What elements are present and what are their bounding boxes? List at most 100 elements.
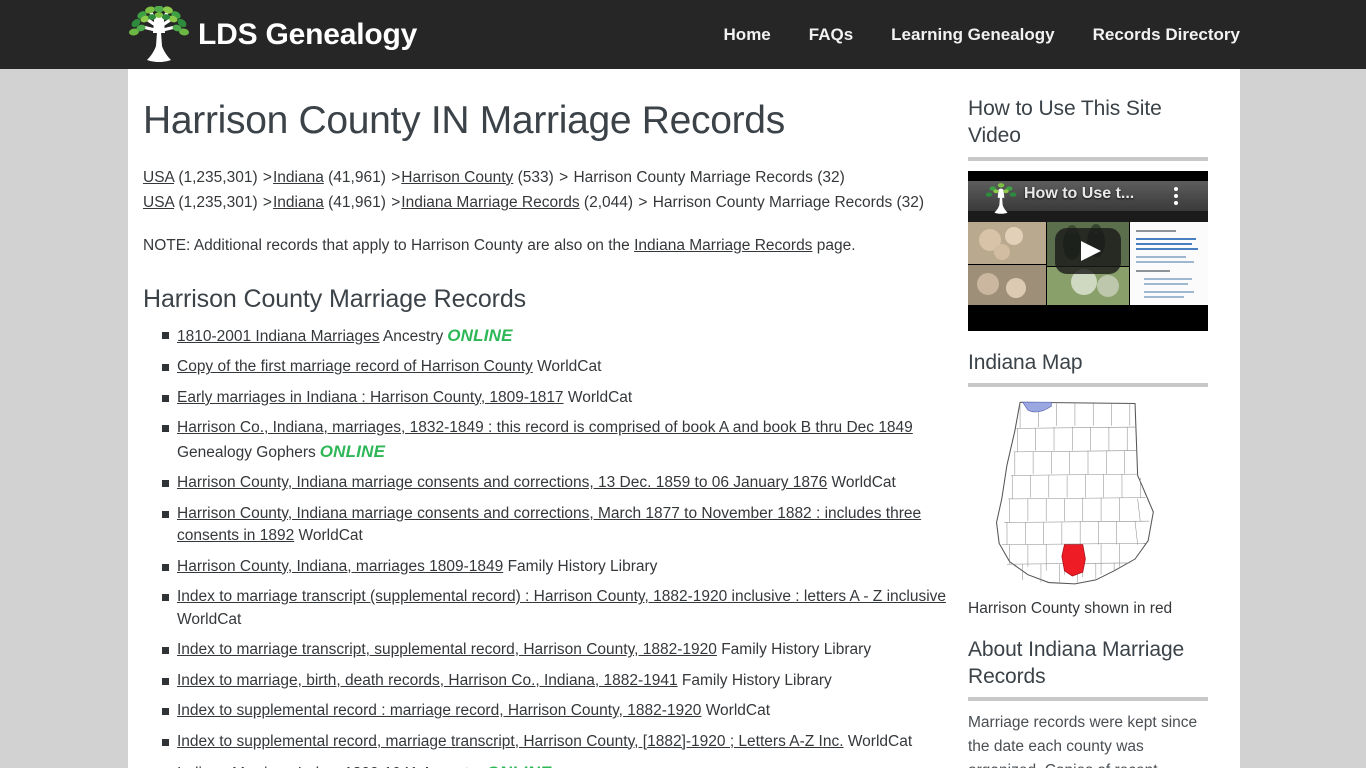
record-source: WorldCat [701,702,771,720]
breadcrumb-separator: > [262,168,272,186]
breadcrumb-row: USA (1,235,301) >Indiana (41,961) >Harri… [143,165,955,191]
indiana-county-map[interactable]: Harrison County shown in red [968,397,1208,618]
sidebar-map-block: Indiana Map Harrison County shown in red [968,349,1208,618]
breadcrumb-text: (41,961) [323,168,391,186]
record-list-item: Harrison Co., Indiana, marriages, 1832-1… [143,417,955,464]
sidebar-video-block: How to Use This Site Video How to Use t.… [968,95,1208,331]
breadcrumb-separator: > [262,194,272,212]
site-logo-link[interactable]: LDS Genealogy [128,6,417,64]
record-title-link[interactable]: Copy of the first marriage record of Har… [177,358,533,375]
about-body-text: Marriage records were kept since the dat… [968,714,1198,768]
record-source: Family History Library [503,557,658,575]
record-source: WorldCat [177,610,242,628]
breadcrumb-text: Harrison County Marriage Records (32) [648,194,925,212]
main-navigation: Home FAQs Learning Genealogy Records Dir… [724,0,1240,69]
play-button-icon[interactable] [1055,227,1121,274]
record-list-item: Copy of the first marriage record of Har… [143,356,955,378]
breadcrumb-separator: > [638,194,648,212]
breadcrumb-row: USA (1,235,301) >Indiana (41,961) >India… [143,190,955,216]
records-list: 1810-2001 Indiana Marriages Ancestry ONLI… [143,324,955,768]
breadcrumb-separator: > [391,194,401,212]
breadcrumb-link[interactable]: USA [143,169,174,186]
site-header: LDS Genealogy Home FAQs Learning Genealo… [0,0,1366,69]
breadcrumb-link[interactable]: Harrison County [401,169,513,186]
sidebar-heading-video: How to Use This Site Video [968,97,1162,148]
record-title-link[interactable]: Index to supplemental record, marriage t… [177,733,844,750]
divider [968,382,1208,387]
record-source: WorldCat [843,732,913,750]
divider [968,697,1208,702]
breadcrumb-separator: > [391,168,401,186]
nav-item-records-directory[interactable]: Records Directory [1093,25,1240,45]
divider [968,156,1208,161]
note-suffix: page. [812,236,856,254]
record-list-item: Index to supplemental record, marriage t… [143,731,955,753]
sidebar-about-block: About Indiana Marriage Records Marriage … [968,636,1208,768]
record-list-item: Harrison County, Indiana marriage consen… [143,503,955,548]
online-badge: ONLINE [482,763,551,768]
record-title-link[interactable]: Harrison County, Indiana, marriages 1809… [177,558,503,575]
nav-item-learning-genealogy[interactable]: Learning Genealogy [891,25,1054,45]
record-title-link[interactable]: 1810-2001 Indiana Marriages [177,328,380,345]
note-link-indiana-marriage-records[interactable]: Indiana Marriage Records [634,237,812,254]
breadcrumb-text: (2,044) [579,194,638,212]
note-prefix: NOTE: Additional records that apply to H… [143,236,635,254]
sidebar: How to Use This Site Video How to Use t.… [968,69,1208,768]
breadcrumb-separator: > [559,168,569,186]
breadcrumb-link[interactable]: Indiana Marriage Records [401,194,579,211]
nav-item-faqs[interactable]: FAQs [809,25,853,45]
record-source: Family History Library [677,671,832,689]
record-title-link[interactable]: Early marriages in Indiana : Harrison Co… [177,389,564,406]
record-list-item: Early marriages in Indiana : Harrison Co… [143,387,955,409]
video-document-panel [1130,221,1208,305]
breadcrumb-text: (533) [513,168,559,186]
record-list-item: Indiana Marriage Index, 1800-1941 Ancest… [143,761,955,768]
video-player[interactable]: How to Use t... [968,170,1208,331]
video-overlay-title: How to Use t... [1024,184,1135,202]
record-source: WorldCat [532,358,602,376]
record-title-link[interactable]: Index to marriage transcript, supplement… [177,641,717,658]
record-source: Family History Library [716,641,872,659]
online-badge: ONLINE [319,441,386,461]
record-source: WorldCat [563,388,633,406]
breadcrumb-link[interactable]: Indiana [273,194,324,211]
breadcrumb-text: (1,235,301) [174,168,262,186]
record-source: Ancestry [379,327,444,345]
breadcrumb-link[interactable]: USA [143,194,174,211]
breadcrumb-link[interactable]: Indiana [273,169,324,186]
kebab-menu-icon[interactable] [1174,186,1178,208]
breadcrumb-text: Harrison County Marriage Records (32) [569,168,845,186]
record-title-link[interactable]: Harrison County, Indiana marriage consen… [177,474,827,491]
map-caption: Harrison County shown in red [968,599,1173,617]
record-list-item: Harrison County, Indiana marriage consen… [143,472,955,494]
record-title-link[interactable]: Index to supplemental record : marriage … [177,702,701,719]
nav-item-home[interactable]: Home [724,25,771,45]
record-list-item: 1810-2001 Indiana Marriages Ancestry ONLI… [143,324,955,349]
breadcrumb: USA (1,235,301) >Indiana (41,961) >Harri… [143,165,955,216]
sidebar-heading-about: About Indiana Marriage Records [968,637,1185,689]
record-list-item: Index to marriage transcript (supplement… [143,586,955,631]
main-content: Harrison County IN Marriage Records USA … [143,69,955,768]
record-title-link[interactable]: Harrison County, Indiana marriage consen… [177,505,921,544]
harrison-county-highlight [1061,544,1086,577]
record-title-link[interactable]: Harrison Co., Indiana, marriages, 1832-1… [177,419,913,436]
record-source: Genealogy Gophers [177,443,316,461]
breadcrumb-text: (41,961) [323,194,391,212]
note-text: NOTE: Additional records that apply to H… [143,234,955,259]
record-source: WorldCat [294,527,363,545]
tree-logo-icon [128,6,190,64]
record-list-item: Index to supplemental record : marriage … [143,700,955,722]
record-list-item: Harrison County, Indiana, marriages 1809… [143,556,955,578]
record-source: WorldCat [827,474,896,492]
section-title: Harrison County Marriage Records [143,284,527,313]
record-title-link[interactable]: Index to marriage transcript (supplement… [177,588,946,605]
record-title-link[interactable]: Index to marriage, birth, death records,… [177,672,678,689]
online-badge: ONLINE [447,325,513,345]
sidebar-heading-map: Indiana Map [968,350,1083,374]
record-list-item: Index to marriage transcript, supplement… [143,639,955,661]
brand-name: LDS Genealogy [198,18,418,51]
breadcrumb-text: (1,235,301) [174,194,262,212]
page-container: Harrison County IN Marriage Records USA … [128,69,1240,768]
page-title: Harrison County IN Marriage Records [143,99,785,142]
record-list-item: Index to marriage, birth, death records,… [143,670,955,692]
